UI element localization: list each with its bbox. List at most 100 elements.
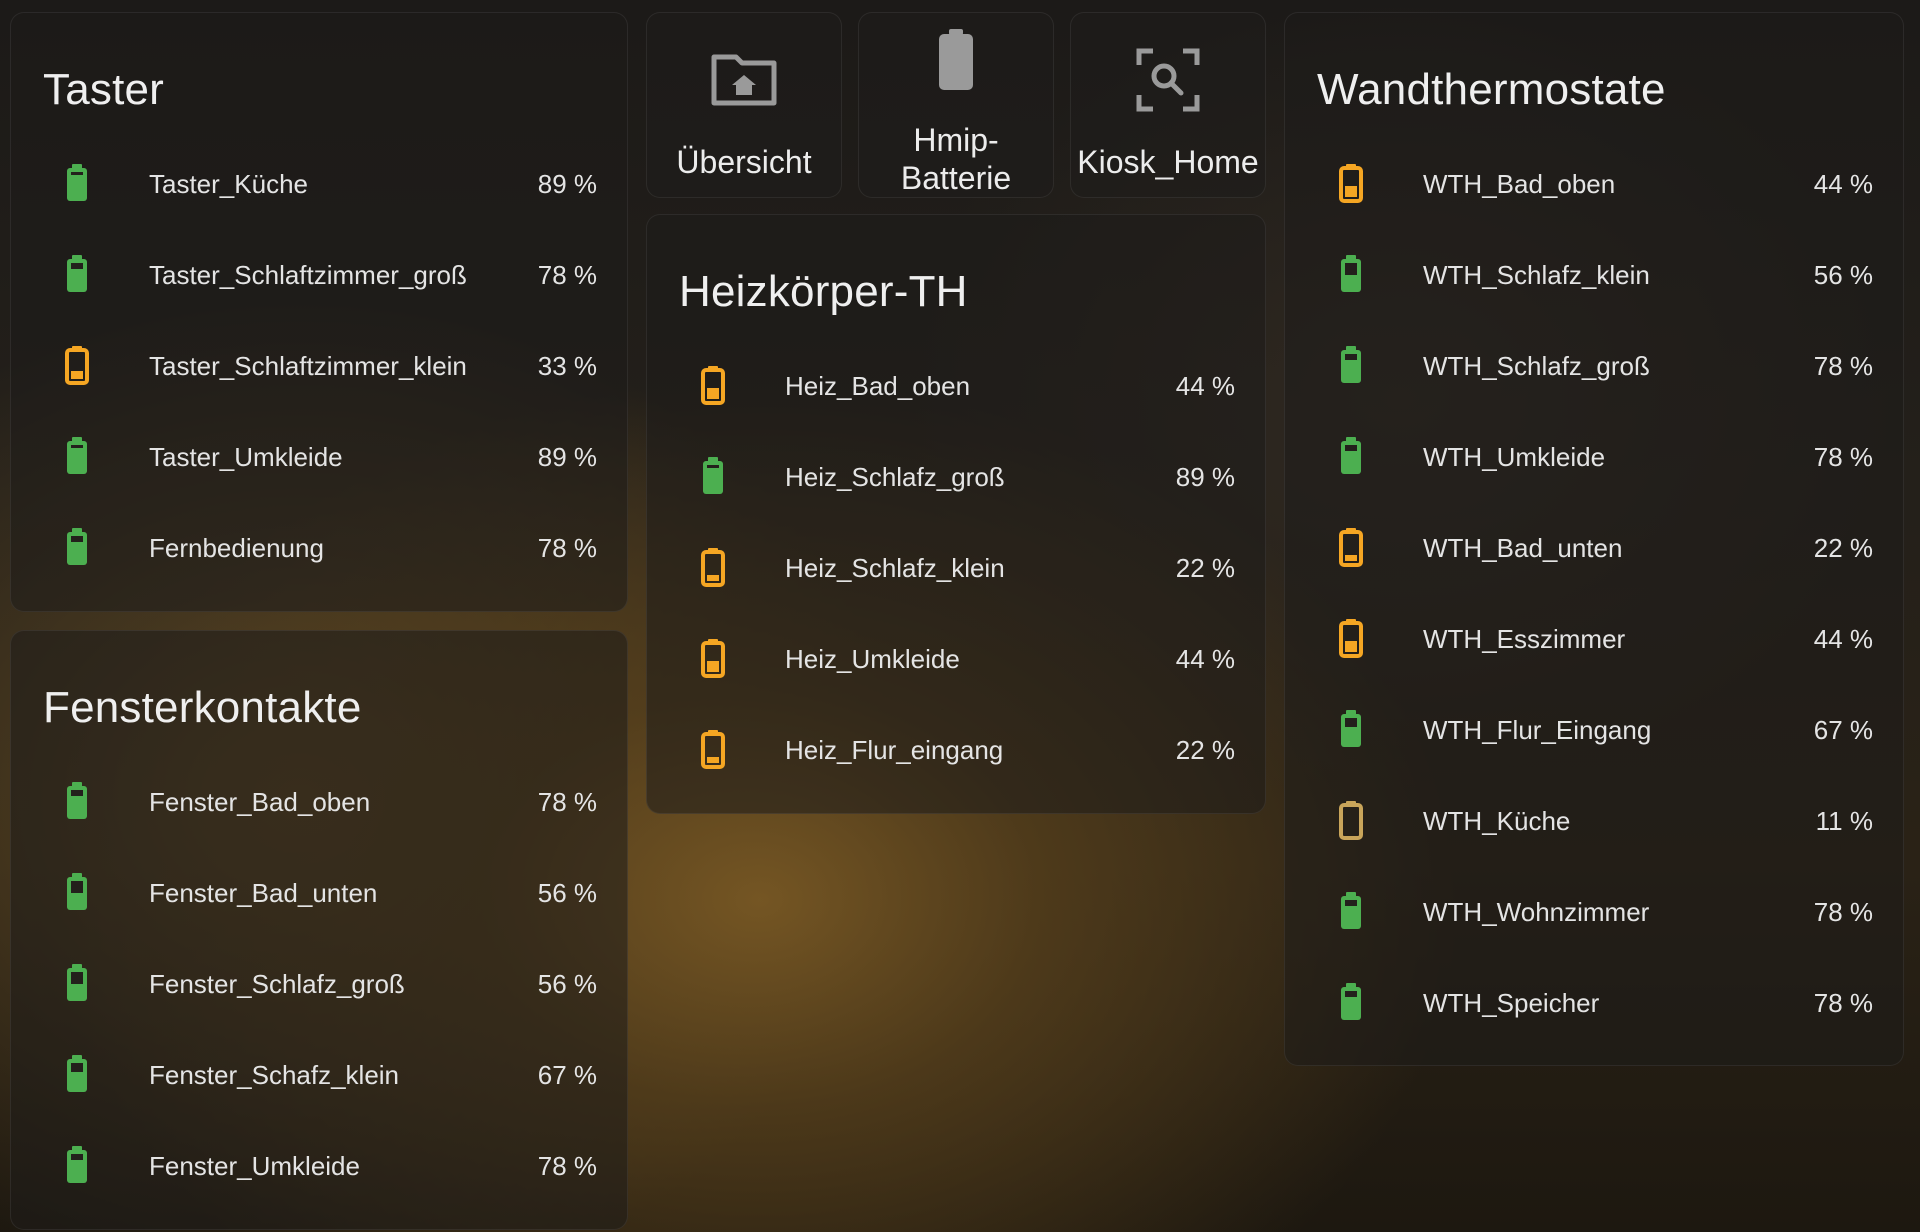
battery-icon (1339, 619, 1363, 658)
entity-value: 78 % (1813, 897, 1873, 927)
entity-row[interactable]: Heiz_Schlafz_groß 89 % (647, 450, 1265, 510)
battery-icon (67, 1055, 87, 1092)
entity-row[interactable]: Taster_Umkleide 89 % (11, 430, 627, 490)
nav-label-line-1: Hmip- (913, 122, 999, 158)
battery-icon (67, 782, 87, 819)
entity-value: 78 % (537, 260, 597, 290)
entity-value: 89 % (537, 442, 597, 472)
entity-row[interactable]: Heiz_Flur_eingang 22 % (647, 723, 1265, 783)
entity-row[interactable]: Fenster_Schlafz_groß 56 % (11, 957, 627, 1017)
nav-button-hmip-batterie[interactable]: Hmip- Batterie (858, 12, 1054, 198)
entity-value: 56 % (1813, 260, 1873, 290)
entity-row[interactable]: Fenster_Schafz_klein 67 % (11, 1048, 627, 1108)
nav-button-uebersicht[interactable]: Übersicht (646, 12, 842, 198)
heizkoerper-card: Heizkörper-TH Heiz_Bad_oben 44 % Heiz_Schl… (646, 214, 1266, 814)
battery-icon (1341, 346, 1361, 383)
entity-value: 56 % (537, 878, 597, 908)
entity-row[interactable]: WTH_Umkleide 78 % (1285, 430, 1903, 490)
battery-icon (1339, 801, 1363, 840)
entity-name: Taster_Umkleide (149, 442, 343, 472)
battery-icon (67, 964, 87, 1001)
entity-row[interactable]: Taster_Schlaftzimmer_klein 33 % (11, 339, 627, 399)
folder-home-icon (711, 54, 777, 106)
card-title: Fensterkontakte (43, 683, 362, 732)
entity-value: 78 % (1813, 442, 1873, 472)
battery-icon (67, 1146, 87, 1183)
nav-label: Kiosk_Home (1077, 144, 1259, 180)
entity-row[interactable]: Taster_Küche 89 % (11, 157, 627, 217)
entity-name: WTH_Speicher (1423, 988, 1600, 1018)
entity-row[interactable]: WTH_Küche 11 % (1285, 794, 1903, 854)
battery-icon (701, 730, 725, 769)
entity-value: 44 % (1175, 371, 1235, 401)
entity-value: 33 % (537, 351, 597, 381)
entity-row[interactable]: WTH_Flur_Eingang 67 % (1285, 703, 1903, 763)
entity-row[interactable]: WTH_Speicher 78 % (1285, 976, 1903, 1036)
battery-icon (67, 528, 87, 565)
entity-row[interactable]: Fernbedienung 78 % (11, 521, 627, 581)
card-title: Wandthermostate (1317, 65, 1666, 114)
fensterkontakte-card: Fensterkontakte Fenster_Bad_oben 78 % Fens… (10, 630, 628, 1230)
entity-value: 44 % (1813, 624, 1873, 654)
entity-name: WTH_Umkleide (1423, 442, 1606, 472)
battery-icon (1339, 528, 1363, 567)
entity-name: Fernbedienung (149, 533, 324, 563)
entity-value: 22 % (1175, 553, 1235, 583)
entity-row[interactable]: WTH_Wohnzimmer 78 % (1285, 885, 1903, 945)
nav-label: Übersicht (676, 144, 812, 180)
entity-row[interactable]: Fenster_Bad_unten 56 % (11, 866, 627, 926)
entity-value: 44 % (1813, 169, 1873, 199)
entity-row[interactable]: Heiz_Schlafz_klein 22 % (647, 541, 1265, 601)
entity-value: 89 % (537, 169, 597, 199)
entity-value: 78 % (1813, 988, 1873, 1018)
entity-value: 67 % (537, 1060, 597, 1090)
entity-name: Heiz_Schlafz_klein (785, 553, 1005, 583)
search-scan-icon (1136, 48, 1200, 112)
entity-name: WTH_Küche (1423, 806, 1571, 836)
entity-value: 78 % (537, 787, 597, 817)
entity-name: Fenster_Umkleide (149, 1151, 360, 1181)
battery-icon (1341, 983, 1361, 1020)
entity-name: Fenster_Bad_unten (149, 878, 378, 908)
wandthermostate-card: Wandthermostate WTH_Bad_oben 44 % WTH_Schl… (1284, 12, 1904, 1066)
entity-row[interactable]: Fenster_Umkleide 78 % (11, 1139, 627, 1199)
entity-row[interactable]: WTH_Esszimmer 44 % (1285, 612, 1903, 672)
entity-name: WTH_Schlafz_groß (1423, 351, 1650, 381)
battery-icon (939, 29, 973, 90)
entity-value: 22 % (1175, 735, 1235, 765)
battery-icon (701, 366, 725, 405)
entity-row[interactable]: Heiz_Bad_oben 44 % (647, 359, 1265, 419)
entity-name: Taster_Schlaftzimmer_groß (149, 260, 467, 290)
entity-row[interactable]: Heiz_Umkleide 44 % (647, 632, 1265, 692)
battery-icon (1339, 164, 1363, 203)
card-title: Taster (43, 65, 165, 114)
entity-row[interactable]: Taster_Schlaftzimmer_groß 78 % (11, 248, 627, 308)
entity-row[interactable]: WTH_Schlafz_klein 56 % (1285, 248, 1903, 308)
entity-name: WTH_Schlafz_klein (1423, 260, 1650, 290)
entity-name: Taster_Küche (149, 169, 308, 199)
nav-button-kiosk-home[interactable]: Kiosk_Home (1070, 12, 1266, 198)
entity-name: Heiz_Umkleide (785, 644, 960, 674)
battery-icon (1341, 255, 1361, 292)
entity-value: 78 % (1813, 351, 1873, 381)
entity-value: 44 % (1175, 644, 1235, 674)
entity-row[interactable]: WTH_Bad_unten 22 % (1285, 521, 1903, 581)
battery-icon (67, 437, 87, 474)
entity-name: Heiz_Schlafz_groß (785, 462, 1005, 492)
entity-row[interactable]: Fenster_Bad_oben 78 % (11, 775, 627, 835)
battery-icon (703, 457, 723, 494)
entity-name: WTH_Esszimmer (1423, 624, 1626, 654)
battery-icon (1341, 892, 1361, 929)
entity-name: WTH_Wohnzimmer (1423, 897, 1650, 927)
entity-value: 22 % (1813, 533, 1873, 563)
nav-label: Hmip- Batterie (859, 121, 1053, 197)
entity-value: 78 % (537, 1151, 597, 1181)
entity-name: Heiz_Flur_eingang (785, 735, 1004, 765)
battery-icon (701, 639, 725, 678)
battery-icon (1341, 437, 1361, 474)
entity-value: 67 % (1813, 715, 1873, 745)
entity-row[interactable]: WTH_Schlafz_groß 78 % (1285, 339, 1903, 399)
battery-icon (65, 346, 89, 385)
entity-name: Taster_Schlaftzimmer_klein (149, 351, 467, 381)
entity-row[interactable]: WTH_Bad_oben 44 % (1285, 157, 1903, 217)
